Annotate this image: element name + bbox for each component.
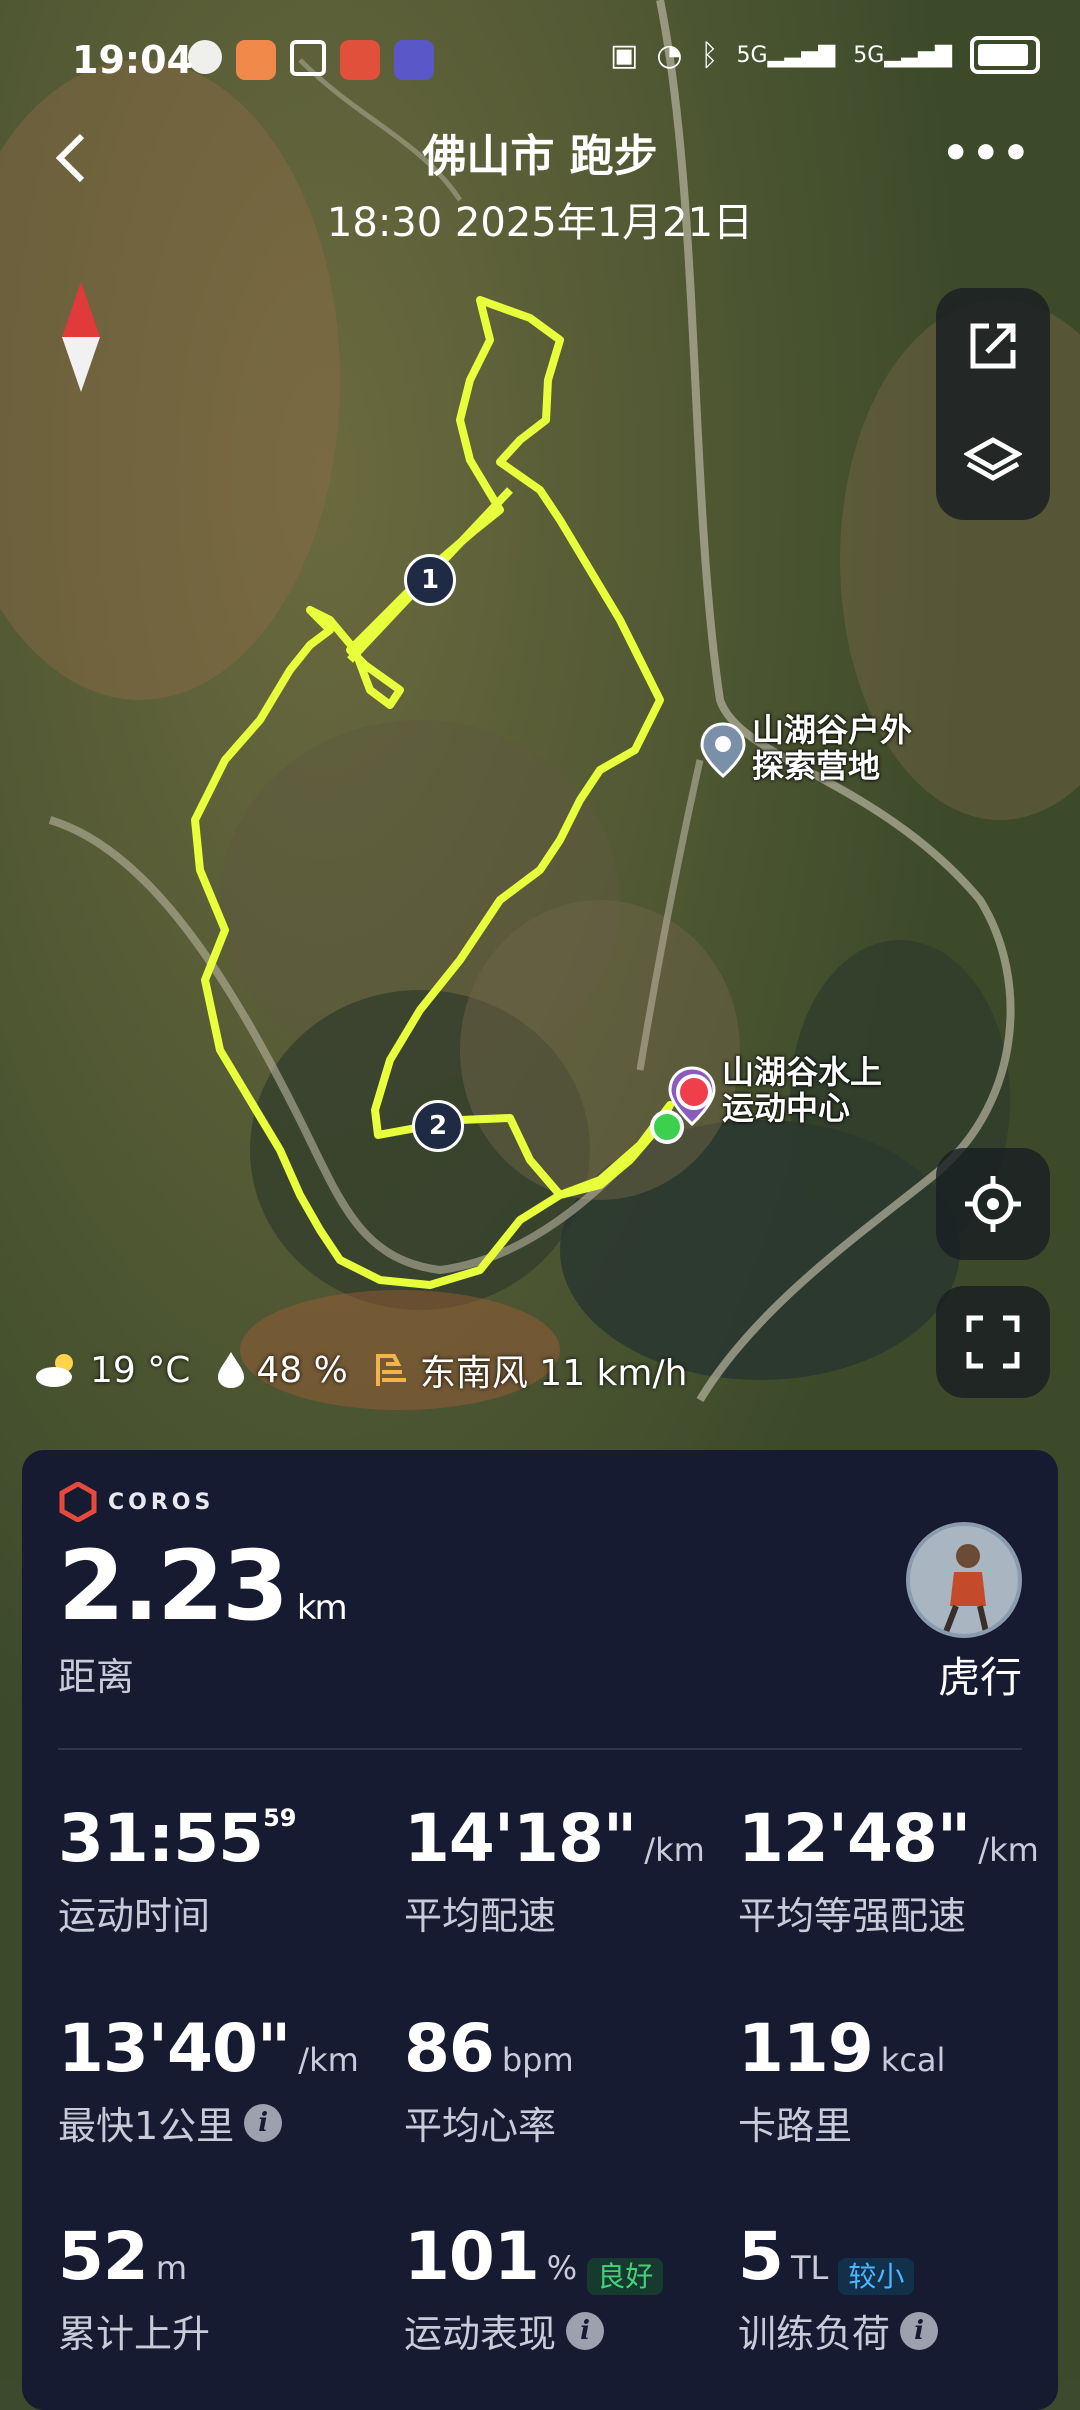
elevation-unit: m [155, 2249, 188, 2287]
avatar[interactable] [906, 1522, 1022, 1638]
performance-value: 101 [404, 2218, 540, 2295]
weather-bar: 19 °C 48 % 东南风 11 km/h [34, 1344, 687, 1396]
status-right-icons: ▣ ◔ ᛒ 5G▂▃▅▇ 5G▂▃▅▇ [610, 36, 1040, 74]
fastest-km-unit: /km [298, 2041, 359, 2079]
coros-logo-icon [59, 1482, 97, 1522]
network-type-1: 5G [736, 42, 768, 68]
battery-icon [970, 36, 1040, 74]
signal-icon-1: 5G▂▃▅▇ [736, 42, 836, 68]
avg-pace-unit: /km [644, 1831, 705, 1869]
stat-fastest-km: 13'40"/km 最快1公里 i [58, 2010, 359, 2150]
poi-water-line1: 山湖谷水上 [722, 1053, 883, 1091]
poi-camp-line2: 探索营地 [752, 747, 881, 785]
distance-unit: km [296, 1588, 348, 1628]
duration-seconds-fraction: 59 [263, 1804, 297, 1832]
heart-rate-label: 平均心率 [404, 2104, 557, 2148]
calories-label: 卡路里 [738, 2104, 853, 2148]
elevation-label: 累计上升 [58, 2312, 211, 2356]
more-menu-button[interactable]: ••• [942, 128, 1032, 179]
poi-camp-line1: 山湖谷户外 [752, 711, 913, 749]
locate-icon [965, 1176, 1021, 1232]
km-marker-2: 2 [412, 1100, 464, 1152]
calories-value: 119 [738, 2010, 874, 2087]
stat-elevation-gain: 52 m 累计上升 [58, 2218, 210, 2358]
nfc-icon: ▣ [609, 37, 639, 73]
info-icon[interactable]: i [244, 2103, 283, 2142]
notification-icon [188, 40, 222, 74]
alarm-icon: ◔ [656, 37, 683, 73]
purple-app-icon [394, 40, 434, 80]
activity-datetime: 18:30 2025年1月21日 [326, 200, 754, 246]
poi-pin-icon[interactable] [700, 722, 746, 782]
brand-logo: COROS [58, 1482, 214, 1522]
share-icon [970, 323, 1016, 369]
page-title: 佛山市 跑步 [422, 131, 658, 182]
performance-badge: 良好 [587, 2257, 664, 2295]
distance-value: 2.23 km [58, 1530, 348, 1642]
wind: 东南风 11 km/h [419, 1353, 688, 1394]
duration-label: 运动时间 [58, 1894, 211, 1938]
user-name[interactable]: 虎行 [938, 1644, 1022, 1705]
calories-unit: kcal [880, 2041, 946, 2079]
stat-avg-pace: 14'18"/km 平均配速 [404, 1800, 705, 1940]
temperature: 19 °C [90, 1349, 191, 1391]
stat-grade-adjusted-pace: 12'48"/km 平均等强配速 [738, 1800, 1039, 1940]
locate-button[interactable] [936, 1148, 1050, 1260]
performance-label: 运动表现 [404, 2312, 557, 2356]
humidity: 48 % [256, 1349, 348, 1391]
heart-app-icon [236, 40, 276, 80]
stat-training-load: 5 TL 较小 训练负荷 i [738, 2218, 939, 2358]
start-point-marker [650, 1110, 684, 1144]
poi-water-line2: 运动中心 [722, 1089, 851, 1127]
distance-label: 距离 [58, 1655, 135, 1699]
fastest-km-value: 13'40" [58, 2010, 291, 2087]
training-load-badge: 较小 [838, 2257, 915, 2295]
red-app-icon [340, 40, 380, 80]
fastest-km-label: 最快1公里 [58, 2104, 235, 2148]
duration-value: 31:55 [58, 1800, 264, 1877]
map-tools-panel [936, 288, 1050, 520]
gap-value: 12'48" [738, 1800, 971, 1877]
stat-avg-heart-rate: 86 bpm 平均心率 [404, 2010, 574, 2150]
km-marker-1: 1 [404, 554, 456, 606]
avg-pace-label: 平均配速 [404, 1894, 557, 1938]
training-load-unit: TL [790, 2249, 829, 2287]
wind-icon [375, 1354, 406, 1386]
end-point-marker [676, 1074, 712, 1110]
signal-icon-2: 5G▂▃▅▇ [853, 42, 952, 68]
heart-rate-value: 86 [404, 2010, 495, 2087]
divider [58, 1748, 1022, 1750]
network-type-2: 5G [853, 42, 885, 68]
performance-unit: % [546, 2249, 578, 2287]
share-button[interactable] [936, 288, 1050, 404]
training-load-label: 训练负荷 [738, 2312, 891, 2356]
gap-unit: /km [978, 1831, 1039, 1869]
status-app-icons [188, 40, 434, 80]
heart-rate-unit: bpm [501, 2041, 574, 2079]
gap-label: 平均等强配速 [738, 1894, 967, 1938]
partly-cloudy-icon [36, 1354, 73, 1387]
fullscreen-button[interactable] [936, 1286, 1050, 1398]
training-load-value: 5 [738, 2218, 784, 2295]
info-icon[interactable]: i [566, 2311, 605, 2350]
layers-icon [964, 437, 1022, 481]
hexagon-app-icon [290, 40, 326, 76]
poi-camp-label[interactable]: 山湖谷户外 探索营地 [752, 712, 912, 784]
stat-performance: 101% 良好 运动表现 i [404, 2218, 664, 2358]
layers-button[interactable] [936, 404, 1050, 520]
compass-icon[interactable] [60, 282, 102, 396]
activity-summary-card: COROS 2.23 km 距离 虎行 31:5559 运动时间 14'18"/k… [22, 1450, 1058, 2410]
elevation-value: 52 [58, 2218, 149, 2295]
distance-number: 2.23 [58, 1530, 289, 1642]
poi-water-sports-label[interactable]: 山湖谷水上 运动中心 [722, 1054, 882, 1126]
brand-name: COROS [108, 1489, 215, 1515]
humidity-icon [218, 1352, 245, 1388]
status-time: 19:04 [72, 38, 193, 82]
fullscreen-icon [966, 1315, 1020, 1369]
avg-pace-value: 14'18" [404, 1800, 637, 1877]
stat-duration: 31:5559 运动时间 [58, 1800, 297, 1940]
info-icon[interactable]: i [900, 2311, 939, 2350]
stat-calories: 119 kcal 卡路里 [738, 2010, 945, 2150]
bluetooth-icon: ᛒ [700, 37, 719, 73]
